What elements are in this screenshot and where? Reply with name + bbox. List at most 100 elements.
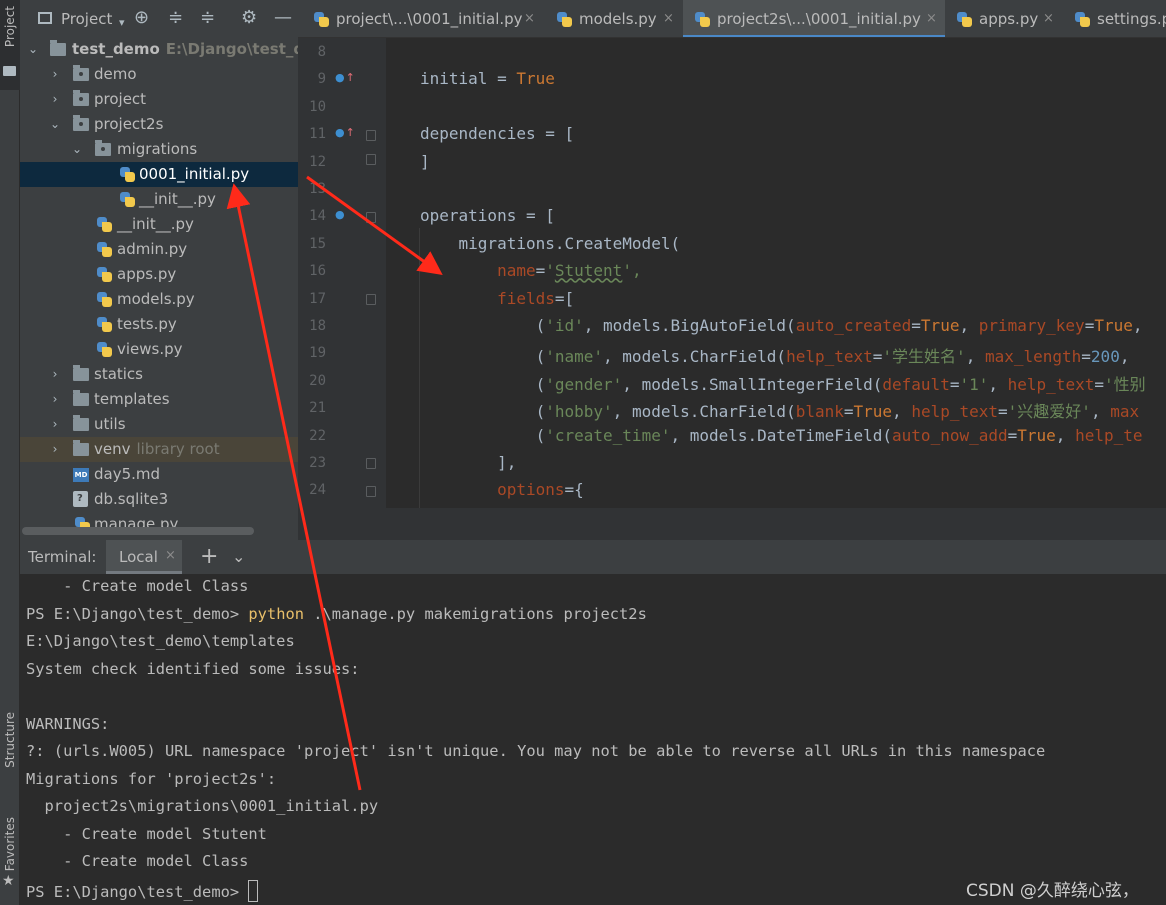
tree-item-migrations-init[interactable]: __init__.py <box>20 187 298 212</box>
code-token: , models.DateTimeField( <box>670 425 893 445</box>
fold-marker-icon[interactable] <box>366 294 376 305</box>
fold-marker-icon[interactable] <box>366 130 376 141</box>
tree-item-tests[interactable]: tests.py <box>20 312 298 337</box>
new-terminal-button[interactable]: + <box>200 544 218 569</box>
line-number: 20 <box>309 372 326 389</box>
override-marker-icon[interactable]: ●↑ <box>335 71 355 84</box>
folder-icon <box>73 415 89 431</box>
line-number: 18 <box>309 318 326 334</box>
chevron-right-icon[interactable]: › <box>48 437 62 462</box>
gear-icon[interactable]: ⚙ <box>241 8 257 28</box>
terminal-panel[interactable]: Terminal: Local × + ⌄ - Create model Cla… <box>20 540 1166 905</box>
python-file-icon <box>97 217 112 232</box>
terminal-line: Migrations for 'project2s': <box>26 770 276 788</box>
tree-item-views[interactable]: views.py <box>20 337 298 362</box>
line-number: 17 <box>309 290 326 307</box>
tree-item-day5-md[interactable]: MD day5.md <box>20 462 298 487</box>
code-token: auto_created <box>795 316 912 335</box>
tab-project2s-0001-initial[interactable]: project2s\...\0001_initial.py × <box>683 0 945 37</box>
close-icon[interactable]: × <box>524 0 535 37</box>
tree-item-project[interactable]: › project <box>20 87 298 112</box>
line-number: 12 <box>309 153 326 170</box>
horizontal-scrollbar[interactable] <box>22 527 254 535</box>
tab-models[interactable]: models.py × <box>543 0 683 37</box>
tab-project-0001-initial[interactable]: project\...\0001_initial.py × <box>298 0 543 37</box>
tree-item-demo[interactable]: › demo <box>20 62 298 87</box>
chevron-down-icon[interactable]: ⌄ <box>48 112 62 137</box>
code-token: help_text <box>911 402 999 422</box>
project-toolbar: Project ▾ ⊕ ≑ ≑ ⚙ — <box>20 0 298 38</box>
code-token: = <box>872 347 883 367</box>
code-token: help_text <box>786 347 873 367</box>
tree-item-init[interactable]: __init__.py <box>20 212 298 237</box>
tree-item-templates[interactable]: › templates <box>20 387 298 412</box>
structure-tool-tab[interactable]: Structure <box>0 708 20 788</box>
unknown-file-icon <box>73 491 88 507</box>
folder-icon <box>73 365 89 381</box>
code-token: = <box>843 402 854 422</box>
code-token: , models.BigAutoField( <box>583 316 796 335</box>
project-view-icon <box>38 12 52 24</box>
locate-file-icon[interactable]: ⊕ <box>134 8 149 28</box>
python-file-icon <box>695 12 710 27</box>
chevron-right-icon[interactable]: › <box>48 87 62 112</box>
minimize-icon[interactable]: — <box>274 8 292 28</box>
tree-item-0001-initial[interactable]: 0001_initial.py <box>20 162 298 187</box>
chevron-down-icon[interactable]: ▾ <box>119 13 125 33</box>
terminal-tab-local[interactable]: Local × <box>106 540 182 574</box>
tree-item-migrations[interactable]: ⌄ migrations <box>20 137 298 162</box>
chevron-down-icon[interactable]: ⌄ <box>232 547 245 566</box>
collapse-all-icon[interactable]: ≑ <box>200 8 215 28</box>
tree-item-label: admin.py <box>117 240 188 258</box>
tab-settings[interactable]: settings.py <box>1063 0 1166 37</box>
tree-item-admin[interactable]: admin.py <box>20 237 298 262</box>
code-token: help_te <box>1075 425 1143 445</box>
fold-marker-icon[interactable] <box>366 154 376 165</box>
structure-tool-label: Structure <box>3 712 17 768</box>
code-token: ( <box>420 347 546 367</box>
code-token: True <box>516 69 555 89</box>
close-icon[interactable]: × <box>926 0 937 37</box>
chevron-down-icon[interactable]: ⌄ <box>26 37 40 62</box>
project-view-selector[interactable]: Project <box>61 10 112 28</box>
chevron-right-icon[interactable]: › <box>48 62 62 87</box>
code-token: , models.CharField( <box>612 402 796 422</box>
tree-item-apps[interactable]: apps.py <box>20 262 298 287</box>
close-icon[interactable]: × <box>663 0 674 37</box>
folder-icon <box>3 66 16 76</box>
code-token: blank <box>795 402 844 422</box>
tree-item-venv[interactable]: › venv library root <box>20 437 298 462</box>
code-token: ( <box>420 316 546 335</box>
chevron-right-icon[interactable]: › <box>48 387 62 412</box>
fold-marker-icon[interactable] <box>366 486 376 497</box>
close-icon[interactable]: × <box>165 548 176 563</box>
tab-apps[interactable]: apps.py × <box>945 0 1063 37</box>
override-marker-icon[interactable]: ●↑ <box>335 126 355 139</box>
tree-item-models[interactable]: models.py <box>20 287 298 312</box>
tree-item-db-sqlite3[interactable]: db.sqlite3 <box>20 487 298 512</box>
tree-item-statics[interactable]: › statics <box>20 362 298 387</box>
close-icon[interactable]: × <box>1043 0 1054 37</box>
terminal-line: - Create model Class <box>26 852 248 870</box>
chevron-down-icon[interactable]: ⌄ <box>70 137 84 162</box>
code-editor[interactable]: ●↑ ●↑ ● 8 9 10 11 12 13 14 15 16 17 18 19 20 21 22 23 24… <box>298 38 1166 508</box>
tree-item-test-demo[interactable]: ⌄ test_demoE:\Django\test_demo <box>20 37 298 62</box>
favorites-tool-tab[interactable]: Favorites ★ <box>0 815 20 900</box>
tree-item-utils[interactable]: › utils <box>20 412 298 437</box>
tab-label: apps.py <box>979 10 1039 28</box>
tab-label: project2s\...\0001_initial.py <box>717 10 921 28</box>
chevron-right-icon[interactable]: › <box>48 362 62 387</box>
expand-all-icon[interactable]: ≑ <box>168 8 183 28</box>
tree-item-project2s[interactable]: ⌄ project2s <box>20 112 298 137</box>
code-token: initial = <box>420 69 517 89</box>
chevron-right-icon[interactable]: › <box>48 412 62 437</box>
line-number: 21 <box>309 400 326 417</box>
code-token: ( <box>420 374 546 394</box>
fold-marker-icon[interactable] <box>366 458 376 469</box>
fold-marker-icon[interactable] <box>366 212 376 223</box>
code-token: , <box>965 347 985 367</box>
python-file-icon <box>97 292 112 307</box>
project-tool-tab[interactable]: Project <box>0 0 20 90</box>
python-file-icon <box>1075 12 1090 27</box>
